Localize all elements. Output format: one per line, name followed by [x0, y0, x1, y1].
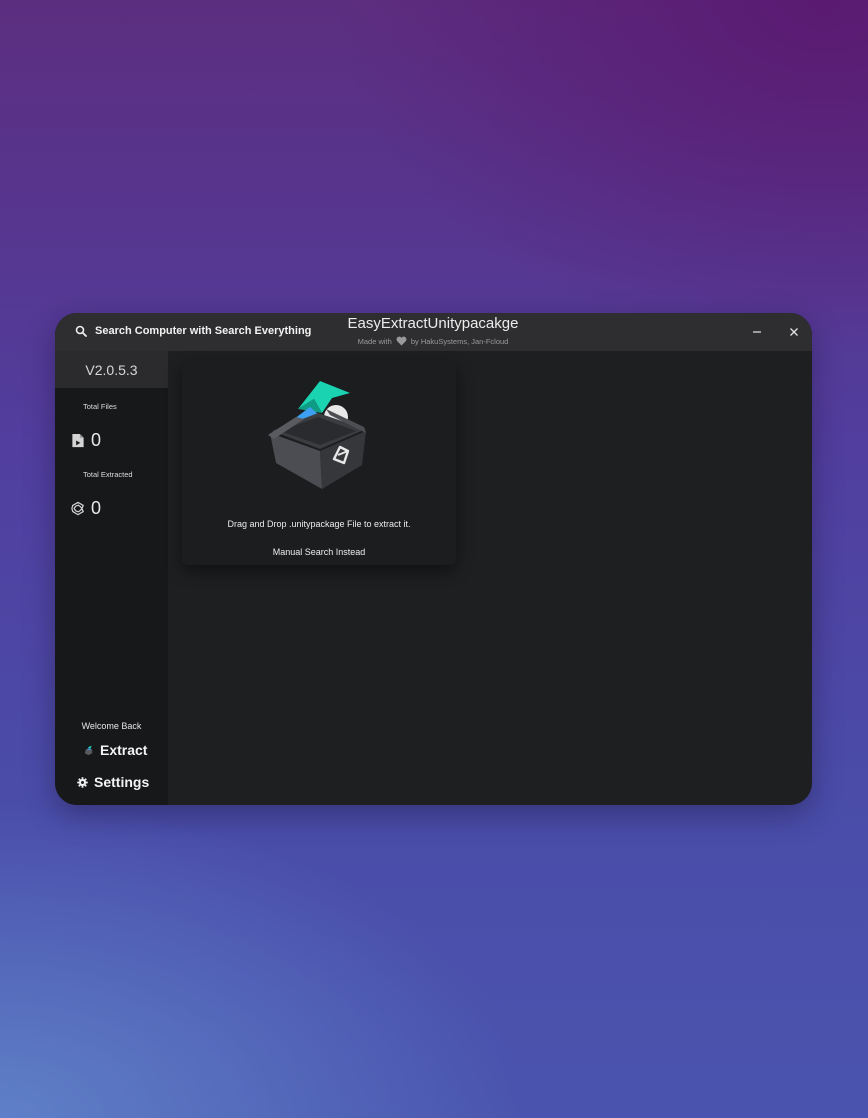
gear-icon	[77, 776, 88, 788]
drop-zone[interactable]: Drag and Drop .unitypackage File to extr…	[182, 361, 456, 565]
nav-settings[interactable]: Settings	[77, 774, 149, 790]
file-icon	[72, 433, 84, 448]
version-label: V2.0.5.3	[55, 351, 168, 388]
close-icon	[790, 328, 798, 336]
search-everything-button[interactable]: Search Computer with Search Everything	[75, 325, 311, 337]
extract-icon	[84, 745, 93, 755]
app-subtitle: Made with by HakuSystems, Jan-Fcloud	[318, 336, 548, 346]
total-extracted-stat: 0	[71, 498, 101, 519]
nav-settings-label: Settings	[94, 774, 150, 790]
minimize-icon	[753, 331, 761, 333]
title-bar[interactable]: Search Computer with Search Everything E…	[55, 313, 812, 351]
made-with-text: Made with	[357, 336, 392, 346]
total-extracted-label: Total Extracted	[83, 470, 133, 479]
minimize-button[interactable]	[747, 322, 767, 342]
manual-search-link[interactable]: Manual Search Instead	[182, 547, 456, 557]
unitypackage-box-icon	[268, 381, 366, 489]
nav-extract[interactable]: Extract	[83, 742, 147, 758]
total-files-stat: 0	[71, 430, 101, 451]
app-title: EasyExtractUnitypacakge	[347, 315, 519, 332]
welcome-text: Welcome Back	[81, 721, 142, 731]
nav-extract-label: Extract	[100, 742, 148, 758]
credits-text: by HakuSystems, Jan-Fcloud	[410, 336, 509, 346]
total-files-label: Total Files	[83, 402, 117, 411]
drop-instruction: Drag and Drop .unitypackage File to extr…	[227, 519, 411, 529]
close-button[interactable]	[784, 322, 804, 342]
search-icon	[75, 325, 87, 337]
total-extracted-value: 0	[91, 498, 102, 518]
search-label: Search Computer with Search Everything	[95, 325, 312, 337]
total-files-value: 0	[91, 430, 102, 450]
heart-icon	[396, 336, 407, 346]
unity-icon	[71, 501, 84, 516]
app-window: Search Computer with Search Everything E…	[55, 313, 812, 805]
sidebar: V2.0.5.3 Total Files 0 Total Extracted 0…	[55, 351, 168, 805]
